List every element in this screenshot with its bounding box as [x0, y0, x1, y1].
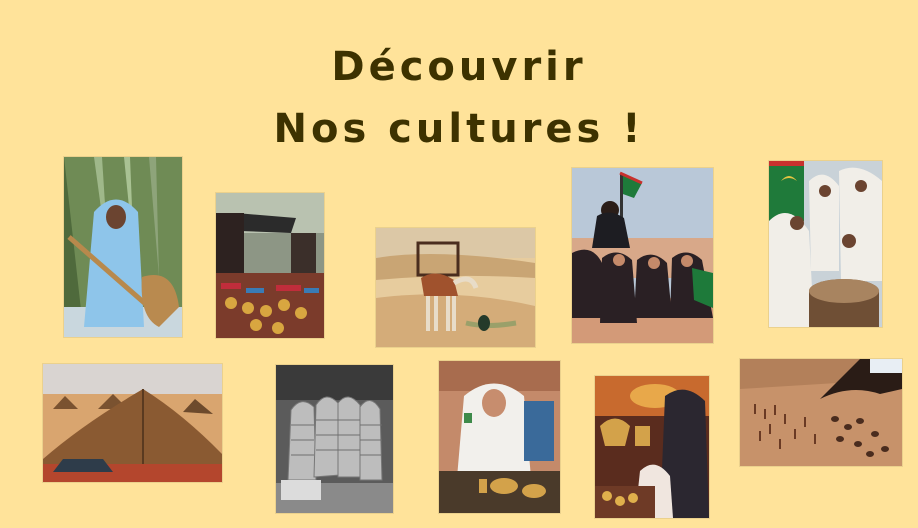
sand-board-game-photo	[740, 359, 902, 466]
women-with-flag-photo	[572, 168, 713, 343]
woman-with-pestle-photo	[64, 157, 182, 337]
woman-serving-tea-photo	[439, 361, 560, 513]
women-with-drum-photo	[769, 161, 882, 327]
page-title-line2: Nos cultures !	[273, 106, 645, 152]
camel-in-desert-photo	[376, 228, 535, 347]
market-stall-photo	[216, 193, 324, 338]
tea-ceremony-photo	[595, 376, 709, 518]
desert-tents-photo	[43, 364, 222, 482]
manuscripts-photo	[276, 365, 393, 513]
page-title-line1: Découvrir	[331, 44, 587, 90]
